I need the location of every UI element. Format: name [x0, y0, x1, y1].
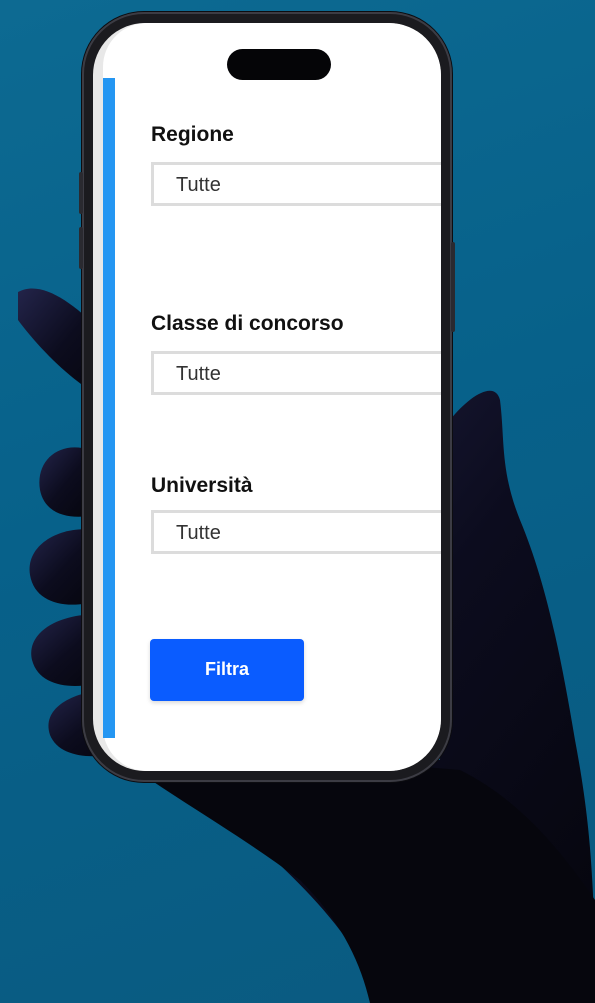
dynamic-island [227, 49, 331, 80]
university-select[interactable]: Tutte [151, 510, 441, 554]
phone-device: Regione Tutte Classe di concorso Tutte U… [79, 12, 455, 782]
phone-screen: Regione Tutte Classe di concorso Tutte U… [93, 23, 441, 771]
region-select[interactable]: Tutte [151, 162, 441, 206]
competition-class-select-value: Tutte [176, 363, 221, 385]
region-select-value: Tutte [176, 174, 221, 196]
university-select-value: Tutte [176, 522, 221, 544]
competition-class-select[interactable]: Tutte [151, 351, 441, 395]
power-button [451, 242, 455, 332]
volume-button [79, 227, 83, 269]
volume-button [79, 172, 83, 214]
region-label: Regione [151, 123, 234, 146]
competition-class-label: Classe di concorso [151, 312, 344, 335]
filter-button[interactable]: Filtra [150, 639, 304, 701]
filter-button-label: Filtra [204, 659, 249, 679]
accent-bar [103, 78, 115, 738]
university-label: Università [151, 474, 253, 497]
app-view: Regione Tutte Classe di concorso Tutte U… [103, 23, 441, 771]
